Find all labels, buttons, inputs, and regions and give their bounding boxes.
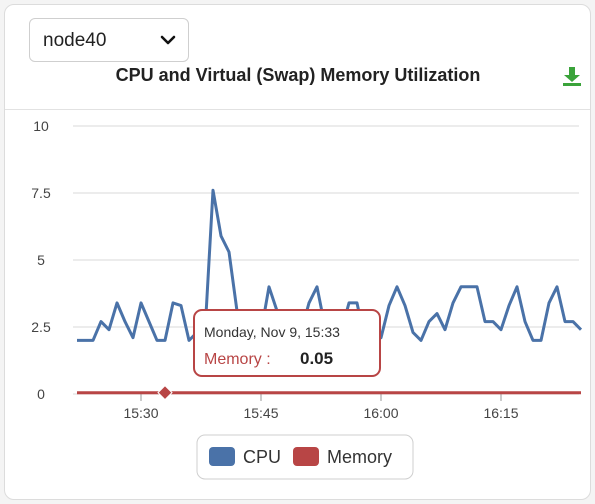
- y-tick-label: 10: [33, 118, 49, 134]
- line-chart: 10 7.5 5 2.5 0 15:30 15:45 16:00 16:15 Monday, No…: [31, 118, 583, 480]
- x-tick-label: 15:45: [243, 405, 278, 421]
- x-tick-label: 16:00: [363, 405, 398, 421]
- x-tick-label: 15:30: [123, 405, 158, 421]
- legend-swatch-memory[interactable]: [293, 447, 319, 466]
- tooltip-value: 0.05: [300, 349, 333, 368]
- tooltip-series-label: Memory :: [204, 351, 271, 368]
- legend-label-cpu[interactable]: CPU: [243, 447, 281, 467]
- y-tick-label: 2.5: [31, 319, 51, 335]
- legend-swatch-cpu[interactable]: [209, 447, 235, 466]
- y-tick-label: 5: [37, 252, 45, 268]
- legend-label-memory[interactable]: Memory: [327, 447, 392, 467]
- y-tick-label: 7.5: [31, 185, 51, 201]
- chart-card: node40 CPU and Virtual (Swap) Memory Uti…: [4, 4, 591, 500]
- y-tick-label: 0: [37, 386, 45, 402]
- hover-marker[interactable]: [157, 384, 173, 401]
- tooltip-date: Monday, Nov 9, 15:33: [204, 324, 340, 340]
- x-tick-label: 16:15: [483, 405, 518, 421]
